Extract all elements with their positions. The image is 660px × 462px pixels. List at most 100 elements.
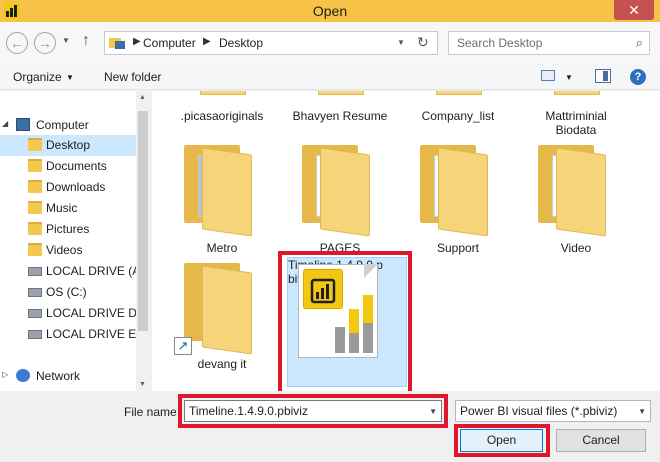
file-list: .picasaoriginals Bhavyen Resume Company_… <box>152 91 660 391</box>
cancel-button[interactable]: Cancel <box>556 429 646 452</box>
drive-icon <box>28 267 42 276</box>
change-view-icon[interactable] <box>541 70 555 81</box>
search-placeholder: Search Desktop <box>457 36 543 50</box>
highlight-box-file <box>278 251 412 391</box>
folder-bhavyen-resume[interactable]: Bhavyen Resume <box>280 91 400 127</box>
expand-chevron-icon[interactable]: ◢ <box>2 119 8 128</box>
nav-item-local-drive-d[interactable]: LOCAL DRIVE D ( <box>0 303 136 324</box>
nav-item-os-c[interactable]: OS (C:) <box>0 282 136 303</box>
folder-icon <box>28 243 42 256</box>
dialog-footer: File name: Timeline.1.4.9.0.pbiviz ▼ Pow… <box>0 391 660 462</box>
navigation-pane: ◢ Computer Desktop Documents Downloads M… <box>0 91 150 391</box>
file-name: Mattriminial Biodata <box>545 109 607 137</box>
folder-icon <box>28 201 42 214</box>
nav-item-label: Videos <box>46 243 83 257</box>
organize-button[interactable]: Organize <box>13 70 62 84</box>
folder-picasaoriginals[interactable]: .picasaoriginals <box>162 91 282 127</box>
nav-item-downloads[interactable]: Downloads <box>0 177 136 198</box>
nav-item-label: LOCAL DRIVE D ( <box>46 306 136 320</box>
nav-item-documents[interactable]: Documents <box>0 156 136 177</box>
folder-company-list[interactable]: Company_list <box>398 91 518 127</box>
new-folder-button[interactable]: New folder <box>104 70 161 84</box>
nav-item-label: Documents <box>46 159 107 173</box>
nav-item-label: LOCAL DRIVE (A: <box>46 264 136 278</box>
address-bar[interactable]: ▶ Computer ▶ Desktop ▼ ↻ <box>104 31 438 55</box>
breadcrumb-desktop[interactable]: Desktop <box>219 36 263 50</box>
search-icon[interactable]: ⌕ <box>636 35 643 51</box>
file-name: Bhavyen Resume <box>292 109 388 123</box>
address-history-chevron-icon[interactable]: ▼ <box>397 38 405 47</box>
expand-chevron-icon[interactable]: ▷ <box>2 370 8 379</box>
search-input[interactable]: Search Desktop ⌕ <box>448 31 650 55</box>
file-name: Support <box>436 241 480 255</box>
up-arrow-icon[interactable]: ↑ <box>82 32 90 50</box>
nav-item-network[interactable]: ▷ Network <box>0 366 136 387</box>
nav-item-label: Downloads <box>46 180 106 194</box>
folder-icon <box>28 138 42 151</box>
computer-icon <box>16 118 30 131</box>
nav-item-music[interactable]: Music <box>0 198 136 219</box>
title-bar: Open ✕ <box>0 0 660 22</box>
file-name: Company_list <box>421 109 495 123</box>
folder-icon <box>200 91 246 95</box>
file-name: devang it <box>197 357 247 371</box>
forward-arrow-icon: → <box>38 35 52 51</box>
nav-scrollbar[interactable]: ▲ ▼ <box>136 91 150 391</box>
folder-video[interactable]: Video <box>516 143 636 255</box>
window-title: Open <box>312 3 348 19</box>
drive-icon <box>28 309 42 318</box>
breadcrumb-separator-icon[interactable]: ▶ <box>203 36 211 47</box>
nav-item-label: Computer <box>36 118 89 132</box>
breadcrumb-separator-icon[interactable]: ▶ <box>133 36 141 47</box>
nav-item-local-drive-a[interactable]: LOCAL DRIVE (A: <box>0 261 136 282</box>
nav-item-label: Network <box>36 369 81 383</box>
file-name: .picasaoriginals <box>180 109 264 123</box>
windows-drive-icon <box>28 288 42 297</box>
close-button[interactable]: ✕ <box>614 0 654 20</box>
back-arrow-icon: ← <box>10 35 24 51</box>
folder-pages[interactable]: PAGES <box>280 143 400 255</box>
folder-icon <box>28 222 42 235</box>
folder-icon <box>28 159 42 172</box>
nav-item-videos[interactable]: Videos <box>0 240 136 261</box>
nav-item-computer[interactable]: ◢ Computer <box>0 115 136 136</box>
help-icon[interactable]: ? <box>630 69 646 85</box>
drive-icon <box>28 330 42 339</box>
organize-chevron-icon[interactable]: ▼ <box>66 73 74 82</box>
nav-item-desktop[interactable]: Desktop <box>0 135 136 156</box>
file-name: Metro <box>206 241 238 255</box>
command-bar: Organize ▼ New folder ▼ ? <box>0 64 660 90</box>
refresh-icon[interactable]: ↻ <box>417 34 429 51</box>
shortcut-arrow-icon: ↗ <box>174 337 192 355</box>
folder-metro[interactable]: Metro <box>162 143 282 255</box>
preview-pane-icon[interactable] <box>595 69 611 83</box>
computer-folder-icon <box>109 38 125 49</box>
back-button[interactable]: ← <box>6 32 28 54</box>
scroll-down-icon[interactable]: ▼ <box>139 381 146 388</box>
folder-icon <box>554 91 600 95</box>
shortcut-devang-it[interactable]: ↗ devang it <box>162 261 282 373</box>
file-name: Video <box>560 241 592 255</box>
folder-icon <box>318 91 364 95</box>
breadcrumb-computer[interactable]: Computer <box>143 36 196 50</box>
scroll-thumb[interactable] <box>138 111 148 331</box>
nav-item-label: Music <box>46 201 78 215</box>
nav-item-local-drive-e[interactable]: LOCAL DRIVE E (I <box>0 324 136 345</box>
folder-support[interactable]: Support <box>398 143 518 255</box>
file-type-chevron-icon[interactable]: ▼ <box>638 407 646 416</box>
folder-mattriminial-biodata[interactable]: Mattriminial Biodata <box>516 91 636 141</box>
forward-button[interactable]: → <box>34 32 56 54</box>
highlight-box-open <box>454 424 550 457</box>
folder-icon <box>436 91 482 95</box>
file-type-value: Power BI visual files (*.pbiviz) <box>460 404 618 418</box>
nav-item-label: LOCAL DRIVE E (I <box>46 327 136 341</box>
nav-item-pictures[interactable]: Pictures <box>0 219 136 240</box>
network-icon <box>16 369 30 382</box>
view-options-chevron-icon[interactable]: ▼ <box>565 73 573 82</box>
nav-item-label: OS (C:) <box>46 285 87 299</box>
nav-item-label: Pictures <box>46 222 90 236</box>
nav-item-label: Desktop <box>46 138 91 152</box>
file-type-select[interactable]: Power BI visual files (*.pbiviz) ▼ <box>455 400 651 422</box>
recent-locations-chevron-icon[interactable]: ▼ <box>62 36 70 45</box>
scroll-up-icon[interactable]: ▲ <box>139 94 146 101</box>
